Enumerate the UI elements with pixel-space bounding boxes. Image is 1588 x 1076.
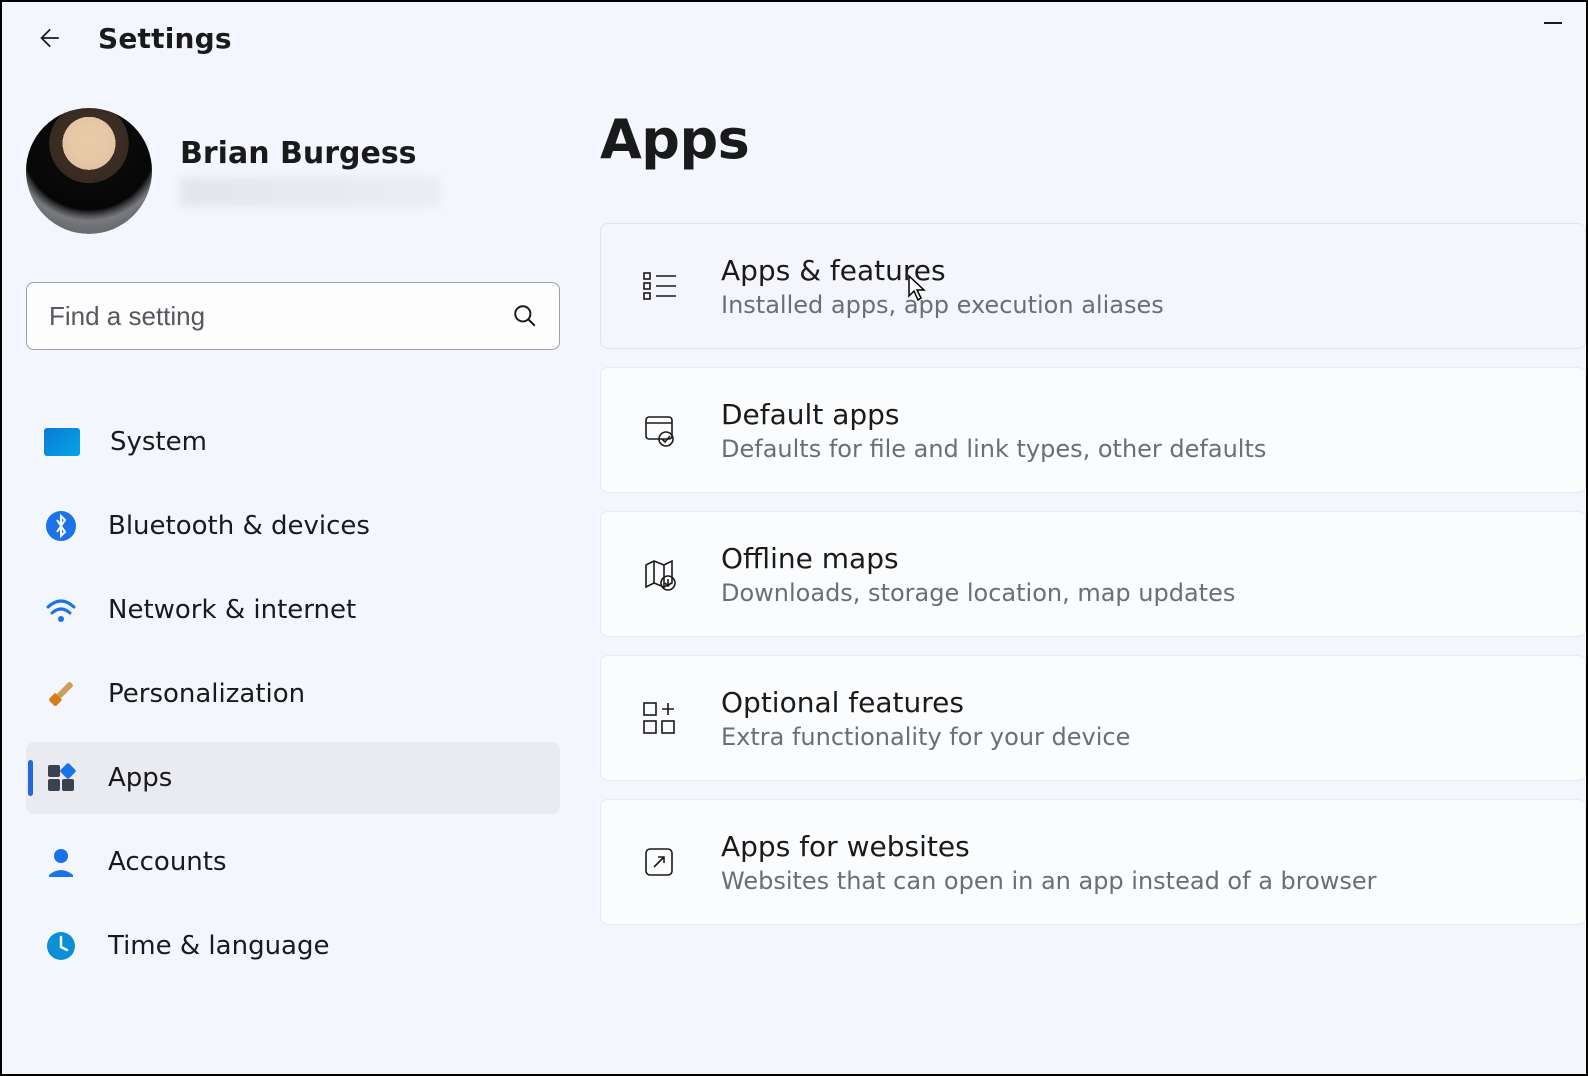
nav-label: Accounts: [108, 847, 227, 877]
card-subtitle: Websites that can open in an app instead…: [721, 867, 1377, 895]
user-account-row[interactable]: Brian Burgess: [26, 108, 560, 234]
window-title: Settings: [98, 22, 232, 55]
card-subtitle: Extra functionality for your device: [721, 723, 1130, 751]
system-icon: [44, 428, 80, 456]
card-title: Apps & features: [721, 254, 1164, 287]
list-icon: [637, 264, 681, 308]
card-title: Offline maps: [721, 542, 1235, 575]
card-subtitle: Downloads, storage location, map updates: [721, 579, 1235, 607]
nav-label: Time & language: [108, 931, 329, 961]
user-avatar: [26, 108, 152, 234]
bluetooth-icon: [44, 509, 78, 543]
back-arrow-icon: [35, 25, 61, 51]
card-subtitle: Defaults for file and link types, other …: [721, 435, 1266, 463]
nav-item-bluetooth[interactable]: Bluetooth & devices: [26, 490, 560, 562]
user-name: Brian Burgess: [180, 136, 440, 171]
clock-globe-icon: [44, 929, 78, 963]
back-button[interactable]: [26, 16, 70, 60]
settings-window: Settings Brian Burgess System: [0, 0, 1588, 1076]
main-content: Apps Apps & features Installed apps, app…: [600, 68, 1586, 982]
card-list: Apps & features Installed apps, app exec…: [600, 223, 1586, 925]
minimize-button[interactable]: [1530, 8, 1576, 38]
card-offline-maps[interactable]: Offline maps Downloads, storage location…: [600, 511, 1586, 637]
open-external-icon: [637, 840, 681, 884]
person-icon: [44, 845, 78, 879]
titlebar: Settings: [2, 2, 1586, 68]
card-apps-for-websites[interactable]: Apps for websites Websites that can open…: [600, 799, 1586, 925]
card-apps-features[interactable]: Apps & features Installed apps, app exec…: [600, 223, 1586, 349]
nav-item-apps[interactable]: Apps: [26, 742, 560, 814]
nav-item-system[interactable]: System: [26, 406, 560, 478]
nav-item-personalization[interactable]: Personalization: [26, 658, 560, 730]
nav-label: System: [110, 427, 207, 457]
nav-label: Apps: [108, 763, 172, 793]
nav-item-accounts[interactable]: Accounts: [26, 826, 560, 898]
wifi-icon: [44, 593, 78, 627]
nav-label: Network & internet: [108, 595, 356, 625]
card-title: Apps for websites: [721, 830, 1377, 863]
nav-item-time-language[interactable]: Time & language: [26, 910, 560, 982]
card-default-apps[interactable]: Default apps Defaults for file and link …: [600, 367, 1586, 493]
nav-label: Bluetooth & devices: [108, 511, 370, 541]
page-title: Apps: [600, 108, 1586, 171]
card-subtitle: Installed apps, app execution aliases: [721, 291, 1164, 319]
search-input[interactable]: [26, 282, 560, 350]
user-email-redacted: [180, 177, 440, 207]
nav-label: Personalization: [108, 679, 305, 709]
search-icon: [512, 303, 538, 329]
nav-list: System Bluetooth & devices Network & int…: [26, 406, 560, 982]
nav-item-network[interactable]: Network & internet: [26, 574, 560, 646]
sidebar: Brian Burgess System: [2, 68, 600, 982]
paintbrush-icon: [37, 670, 85, 718]
default-apps-icon: [637, 408, 681, 452]
map-icon: [637, 552, 681, 596]
card-title: Optional features: [721, 686, 1130, 719]
grid-plus-icon: [637, 696, 681, 740]
apps-icon: [44, 761, 78, 795]
card-optional-features[interactable]: Optional features Extra functionality fo…: [600, 655, 1586, 781]
search-field-wrap: [26, 282, 560, 350]
card-title: Default apps: [721, 398, 1266, 431]
